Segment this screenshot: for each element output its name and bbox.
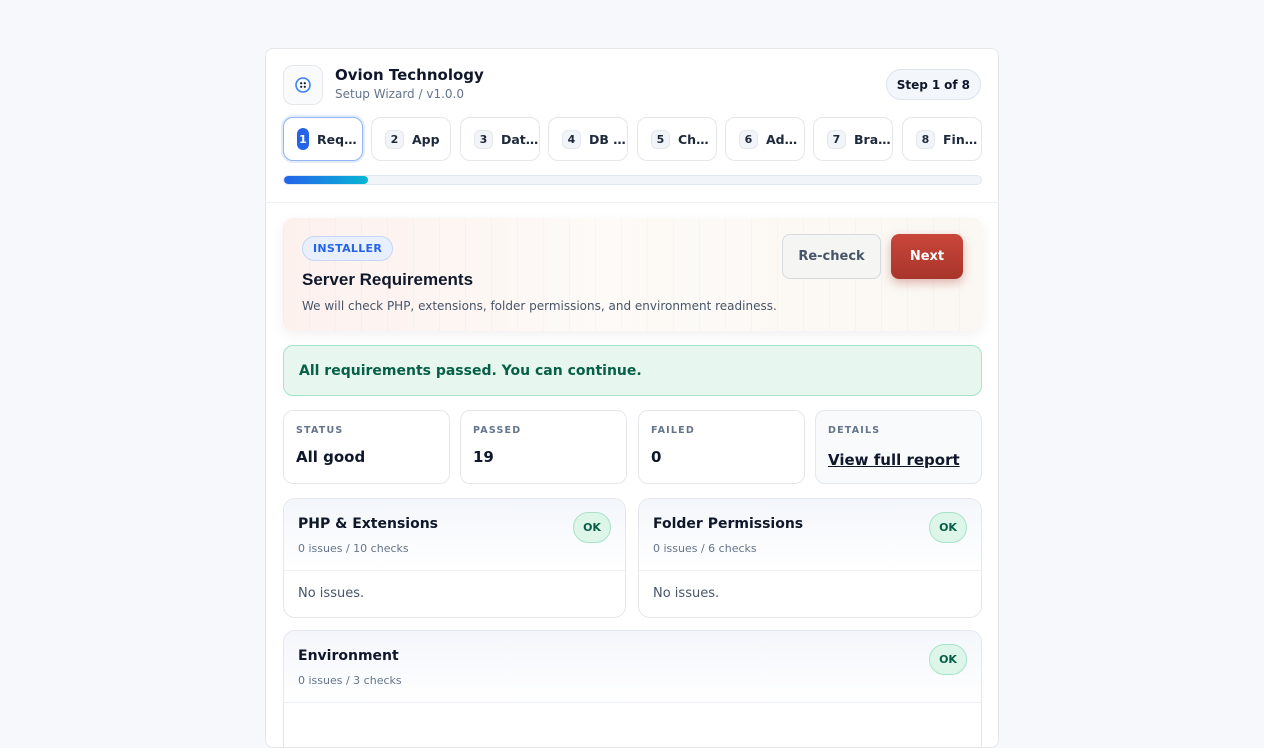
brand-name: Ovion Technology: [335, 66, 484, 84]
step-tab-branding[interactable]: 7 Branding: [813, 117, 893, 161]
view-full-report-link[interactable]: View full report: [828, 451, 960, 469]
ok-status-badge: OK: [929, 512, 967, 543]
step-total: 8: [961, 77, 970, 92]
step-number: 5: [651, 129, 670, 149]
step-number: 7: [827, 129, 846, 149]
page-title: Server Requirements: [302, 270, 474, 289]
stat-value: All good: [296, 448, 366, 466]
next-button[interactable]: Next: [891, 234, 963, 279]
setup-wizard-card: Ovion Technology Setup Wizard / v1.0.0 S…: [265, 48, 999, 748]
step-indicator: Step 1 of 8: [885, 69, 981, 100]
step-tab-channels[interactable]: 5 Channels: [637, 117, 717, 161]
panel-php-extensions: PHP & Extensions 0 issues / 10 checks OK…: [283, 498, 626, 618]
progress-fill: [284, 176, 368, 184]
step-label: Admin: [766, 131, 804, 147]
stat-value: 19: [473, 448, 494, 466]
step-label: Branding: [854, 131, 892, 147]
step-label: App: [412, 131, 440, 147]
step-of: of: [944, 77, 958, 92]
step-number: 1: [297, 128, 309, 150]
ok-status-badge: OK: [929, 644, 967, 675]
step-tab-database[interactable]: 3 Database: [460, 117, 540, 161]
panel-title: Folder Permissions: [653, 516, 804, 532]
ok-status-badge: OK: [573, 512, 611, 543]
step-number: 3: [474, 129, 493, 149]
stat-details: DETAILS View full report: [815, 410, 982, 484]
panel-header: Folder Permissions 0 issues / 6 checks O…: [639, 499, 981, 571]
stat-passed: PASSED 19: [460, 410, 627, 484]
panel-environment: Environment 0 issues / 3 checks OK: [283, 630, 982, 747]
stat-value: 0: [651, 448, 662, 466]
step-number: 6: [739, 129, 758, 149]
panel-header: Environment 0 issues / 3 checks OK: [284, 631, 981, 703]
brand-subtitle: Setup Wizard / v1.0.0: [335, 87, 464, 101]
step-tab-finish[interactable]: 8 Finish: [902, 117, 982, 161]
step-tab-app[interactable]: 2 App: [371, 117, 451, 161]
stat-failed: FAILED 0: [638, 410, 805, 484]
stat-label: DETAILS: [828, 425, 881, 436]
wizard-header: Ovion Technology Setup Wizard / v1.0.0 S…: [266, 49, 998, 203]
step-label: DB Setup: [589, 131, 627, 147]
grid-logo-icon: [283, 65, 323, 105]
page-description: We will check PHP, extensions, folder pe…: [302, 299, 777, 313]
installer-badge: INSTALLER: [302, 236, 394, 261]
step-number: 2: [385, 129, 404, 149]
step-label: Requirements: [317, 131, 357, 147]
step-label: Database: [501, 131, 539, 147]
step-word: Step: [896, 77, 928, 92]
panel-title: Environment: [298, 648, 399, 664]
panel-subtitle: 0 issues / 10 checks: [298, 542, 409, 555]
stat-status: STATUS All good: [283, 410, 450, 484]
step-tab-admin[interactable]: 6 Admin: [725, 117, 805, 161]
step-tab-requirements[interactable]: 1 Requirements: [283, 117, 363, 161]
step-number: 8: [916, 129, 935, 149]
panel-folder-permissions: Folder Permissions 0 issues / 6 checks O…: [638, 498, 982, 618]
step-number: 4: [562, 129, 581, 149]
panel-title: PHP & Extensions: [298, 516, 438, 532]
panel-header: PHP & Extensions 0 issues / 10 checks OK: [284, 499, 625, 571]
panel-body-text: No issues.: [298, 586, 365, 601]
step-tab-db-setup[interactable]: 4 DB Setup: [548, 117, 628, 161]
success-alert: All requirements passed. You can continu…: [283, 345, 982, 396]
stat-label: PASSED: [473, 425, 522, 436]
panel-subtitle: 0 issues / 6 checks: [653, 542, 757, 555]
step-current: 1: [931, 77, 941, 92]
step-label: Finish: [943, 131, 981, 147]
stat-label: FAILED: [651, 425, 695, 436]
panel-subtitle: 0 issues / 3 checks: [298, 674, 402, 687]
requirements-hero: INSTALLER Server Requirements We will ch…: [283, 218, 982, 331]
recheck-button[interactable]: Re-check: [782, 234, 881, 279]
wizard-progress-bar: [283, 175, 982, 185]
stat-label: STATUS: [296, 425, 344, 436]
panel-body-text: No issues.: [653, 586, 720, 601]
step-tabs: 1 Requirements 2 App 3 Database 4 DB Set…: [283, 117, 982, 161]
step-label: Channels: [678, 131, 716, 147]
